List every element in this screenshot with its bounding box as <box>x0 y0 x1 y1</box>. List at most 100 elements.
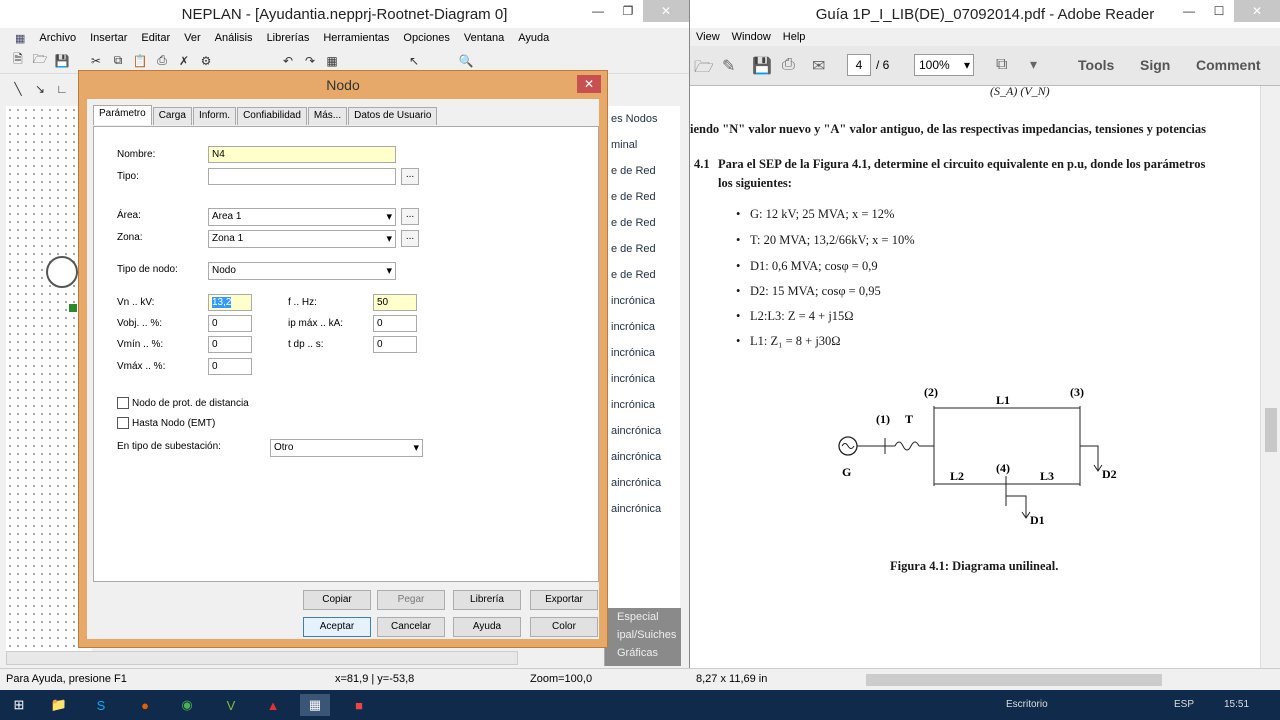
tipo-browse-button[interactable]: ... <box>401 168 419 185</box>
symbol-list-item[interactable]: e de Red <box>605 184 680 210</box>
delete-icon[interactable]: ✗ <box>174 51 194 71</box>
tab-confiabilidad[interactable]: Confiabilidad <box>237 107 307 125</box>
restore-icon[interactable]: ❐ <box>613 0 643 22</box>
new-icon[interactable]: 🗎 <box>8 51 28 71</box>
tool-select-icon[interactable]: ⧉ <box>996 56 1007 74</box>
symbol-list-item[interactable]: aincrónica <box>605 418 680 444</box>
ip-field[interactable]: 0 <box>373 315 417 332</box>
minimize-icon[interactable]: — <box>1174 0 1204 22</box>
page-number-input[interactable]: 4 <box>847 54 871 76</box>
redo-icon[interactable]: ↷ <box>300 51 320 71</box>
tab-parametro[interactable]: Parámetro <box>93 105 152 125</box>
horizontal-scrollbar[interactable] <box>6 651 518 665</box>
corner-tool-icon[interactable]: ∟ <box>52 79 72 99</box>
menu-ayuda[interactable]: Ayuda <box>511 32 556 44</box>
menu-help[interactable]: Help <box>777 31 812 43</box>
menu-ventana[interactable]: Ventana <box>457 32 511 44</box>
open-icon[interactable]: 🗁 <box>694 56 714 83</box>
vmax-field[interactable]: 0 <box>208 358 252 375</box>
pegar-button[interactable]: Pegar <box>377 590 445 610</box>
close-icon[interactable]: ✕ <box>577 75 601 93</box>
menu-editar[interactable]: Editar <box>134 32 177 44</box>
cut-icon[interactable]: ✂ <box>86 51 106 71</box>
symbol-group-item[interactable]: Especial <box>611 608 681 626</box>
f-field[interactable]: 50 <box>373 294 417 311</box>
ayuda-button[interactable]: Ayuda <box>453 617 521 637</box>
zona-select[interactable]: Zona 1 <box>208 230 396 248</box>
tipo-nodo-select[interactable]: Nodo <box>208 262 396 280</box>
prot-distancia-checkbox[interactable] <box>117 397 129 409</box>
save-icon[interactable]: 💾 <box>752 56 772 76</box>
zoom-select[interactable]: 100% ▾ <box>914 54 974 76</box>
app-icon[interactable]: ▦ <box>8 32 32 45</box>
hasta-nodo-checkbox[interactable] <box>117 417 129 429</box>
symbol-list-item[interactable]: incrónica <box>605 366 680 392</box>
symbol-list-item[interactable]: aincrónica <box>605 444 680 470</box>
zona-browse-button[interactable]: ... <box>401 230 419 247</box>
language-indicator[interactable]: ESP <box>1174 699 1194 710</box>
symbol-list-item[interactable]: aincrónica <box>605 496 680 522</box>
nombre-field[interactable]: N4 <box>208 146 396 163</box>
email-icon[interactable]: ✉ <box>812 56 825 76</box>
zoom-icon[interactable]: 🔍 <box>456 51 476 71</box>
more-tools-icon[interactable]: ▾ <box>1030 56 1037 73</box>
close-icon[interactable]: ✕ <box>643 0 689 22</box>
save-icon[interactable]: 💾 <box>52 51 72 71</box>
symbol-list-item[interactable]: e de Red <box>605 262 680 288</box>
generator-symbol[interactable] <box>46 256 78 288</box>
horizontal-scrollbar[interactable] <box>866 674 1162 686</box>
app-v-icon[interactable]: V <box>216 694 246 716</box>
symbol-list-item[interactable]: e de Red <box>605 158 680 184</box>
arrow-tool-icon[interactable]: ↘ <box>30 79 50 99</box>
minimize-icon[interactable]: — <box>583 0 613 22</box>
symbol-list-item[interactable]: e de Red <box>605 210 680 236</box>
tab-mas[interactable]: Más... <box>307 107 348 125</box>
area-select[interactable]: Area 1 <box>208 208 396 226</box>
scroll-thumb[interactable] <box>1265 408 1277 452</box>
tab-carga[interactable]: Carga <box>152 107 192 125</box>
tools-button[interactable]: Tools <box>1078 57 1114 73</box>
select-icon[interactable]: ↖ <box>404 51 424 71</box>
recorder-icon[interactable]: ■ <box>344 694 374 716</box>
tdp-field[interactable]: 0 <box>373 336 417 353</box>
symbol-list-item[interactable]: aincrónica <box>605 470 680 496</box>
menu-ver[interactable]: Ver <box>177 32 208 44</box>
menu-herramientas[interactable]: Herramientas <box>316 32 396 44</box>
neplan-taskbar-icon[interactable]: ▦ <box>300 694 330 716</box>
copy-icon[interactable]: ⧉ <box>108 51 128 71</box>
symbol-list-item[interactable]: e de Red <box>605 236 680 262</box>
vobj-field[interactable]: 0 <box>208 315 252 332</box>
menu-analisis[interactable]: Análisis <box>208 32 260 44</box>
symbol-list-item[interactable]: incrónica <box>605 288 680 314</box>
open-icon[interactable]: 🗁 <box>30 51 50 71</box>
edit-icon[interactable]: ✎ <box>722 56 735 76</box>
exportar-button[interactable]: Exportar <box>530 590 598 610</box>
symbol-group-item[interactable]: ipal/Suiches <box>611 626 681 644</box>
print-icon[interactable]: ⎙ <box>782 56 795 74</box>
tipo-field[interactable] <box>208 168 396 185</box>
desktop-label[interactable]: Escritorio <box>1006 699 1048 710</box>
grid-icon[interactable]: ▦ <box>322 51 342 71</box>
vn-field[interactable]: 13,2 <box>208 294 252 311</box>
tab-inform[interactable]: Inform. <box>192 107 237 125</box>
paste-icon[interactable]: 📋 <box>130 51 150 71</box>
menu-view[interactable]: View <box>690 31 726 43</box>
symbol-list-item[interactable]: es Nodos <box>605 106 680 132</box>
symbol-list-item[interactable]: incrónica <box>605 314 680 340</box>
aceptar-button[interactable]: Aceptar <box>303 617 371 637</box>
copiar-button[interactable]: Copiar <box>303 590 371 610</box>
vmin-field[interactable]: 0 <box>208 336 252 353</box>
windows-start-icon[interactable]: ⊞ <box>4 694 34 716</box>
sign-button[interactable]: Sign <box>1140 57 1170 73</box>
close-icon[interactable]: ✕ <box>1234 0 1280 22</box>
print-icon[interactable]: ⎙ <box>152 51 172 71</box>
menu-window[interactable]: Window <box>726 31 777 43</box>
clock[interactable]: 15:51 <box>1224 699 1249 710</box>
subestacion-select[interactable]: Otro <box>270 439 423 457</box>
symbol-list-item[interactable]: incrónica <box>605 392 680 418</box>
cancelar-button[interactable]: Cancelar <box>377 617 445 637</box>
tool-icon[interactable]: ⚙ <box>196 51 216 71</box>
menu-opciones[interactable]: Opciones <box>396 32 456 44</box>
file-explorer-icon[interactable]: 📁 <box>44 694 74 716</box>
symbol-group-item[interactable]: Gráficas <box>611 644 681 662</box>
